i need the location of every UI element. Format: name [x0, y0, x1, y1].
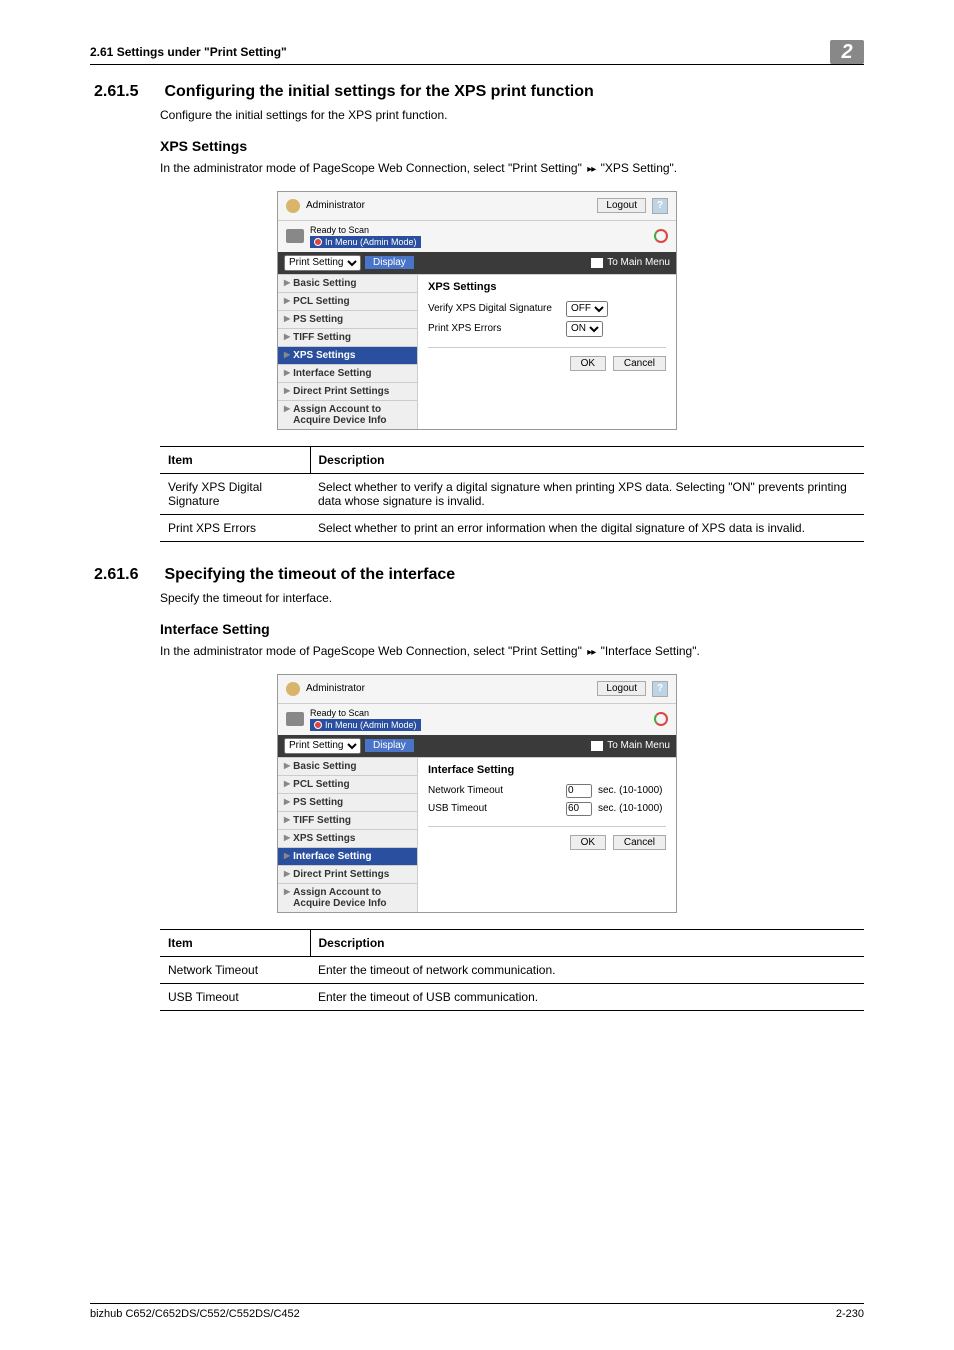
table-header-desc: Description — [310, 446, 864, 473]
admin-label: Administrator — [306, 683, 365, 694]
network-timeout-unit: sec. (10-1000) — [598, 785, 662, 796]
sidebar: ▶Basic Setting ▶PCL Setting ▶PS Setting … — [278, 275, 418, 429]
table-cell: Select whether to verify a digital signa… — [310, 473, 864, 514]
help-button[interactable]: ? — [652, 681, 668, 697]
table-cell: Enter the timeout of network communicati… — [310, 956, 864, 983]
panel-title: XPS Settings — [428, 281, 666, 293]
printer-icon — [286, 229, 304, 243]
cancel-button[interactable]: Cancel — [613, 835, 666, 850]
admin-label: Administrator — [306, 200, 365, 211]
logout-button[interactable]: Logout — [597, 198, 646, 213]
sidebar: ▶Basic Setting ▶PCL Setting ▶PS Setting … — [278, 758, 418, 912]
usb-timeout-input[interactable] — [566, 802, 592, 816]
menu-box-icon — [591, 741, 603, 751]
network-timeout-label: Network Timeout — [428, 785, 560, 796]
interface-setting-table: Item Description Network Timeout Enter t… — [160, 929, 864, 1011]
display-button[interactable]: Display — [365, 739, 414, 752]
verify-sig-select[interactable]: OFF — [566, 301, 608, 317]
network-timeout-input[interactable] — [566, 784, 592, 798]
header-breadcrumb: 2.61 Settings under "Print Setting" — [90, 41, 287, 63]
table-cell: USB Timeout — [160, 983, 310, 1010]
logout-button[interactable]: Logout — [597, 681, 646, 696]
sidebar-item-tiff[interactable]: ▶TIFF Setting — [278, 811, 417, 829]
nav-arrows-icon — [585, 161, 597, 175]
display-button[interactable]: Display — [365, 256, 414, 269]
table-cell: Verify XPS Digital Signature — [160, 473, 310, 514]
status-menu-mode: In Menu (Admin Mode) — [310, 236, 421, 248]
table-cell: Network Timeout — [160, 956, 310, 983]
page-header: 2.61 Settings under "Print Setting" 2 — [90, 40, 864, 65]
table-cell: Enter the timeout of USB communication. — [310, 983, 864, 1010]
category-select[interactable]: Print Setting — [284, 738, 361, 754]
sidebar-item-interface[interactable]: ▶Interface Setting — [278, 364, 417, 382]
subsection-intro: In the administrator mode of PageScope W… — [160, 643, 864, 660]
footer-page: 2-230 — [836, 1308, 864, 1320]
status-dot-icon — [314, 721, 322, 729]
screenshot-xps-settings: Administrator Logout ? Ready to Scan In … — [277, 191, 677, 430]
chapter-badge: 2 — [830, 40, 864, 64]
sidebar-item-assign[interactable]: ▶Assign Account to Acquire Device Info — [278, 400, 417, 429]
section-title: Specifying the timeout of the interface — [164, 566, 455, 583]
sidebar-item-assign[interactable]: ▶Assign Account to Acquire Device Info — [278, 883, 417, 912]
subsection-title: Interface Setting — [160, 621, 864, 637]
ok-button[interactable]: OK — [570, 835, 606, 850]
subsection-intro: In the administrator mode of PageScope W… — [160, 160, 864, 177]
cancel-button[interactable]: Cancel — [613, 356, 666, 371]
sidebar-item-direct[interactable]: ▶Direct Print Settings — [278, 382, 417, 400]
sidebar-item-ps[interactable]: ▶PS Setting — [278, 310, 417, 328]
xps-settings-table: Item Description Verify XPS Digital Sign… — [160, 446, 864, 542]
person-icon — [286, 682, 300, 696]
usb-timeout-label: USB Timeout — [428, 803, 560, 814]
sidebar-item-xps[interactable]: ▶XPS Settings — [278, 829, 417, 847]
status-ready: Ready to Scan — [310, 225, 421, 235]
table-header-item: Item — [160, 446, 310, 473]
table-header-desc: Description — [310, 929, 864, 956]
section-number: 2.61.6 — [94, 566, 160, 584]
section-title: Configuring the initial settings for the… — [164, 83, 593, 100]
printer-icon — [286, 712, 304, 726]
section-heading-1: 2.61.5 Configuring the initial settings … — [94, 83, 864, 101]
refresh-icon[interactable] — [654, 712, 668, 726]
print-errors-label: Print XPS Errors — [428, 323, 560, 334]
category-select[interactable]: Print Setting — [284, 255, 361, 271]
sidebar-item-direct[interactable]: ▶Direct Print Settings — [278, 865, 417, 883]
help-button[interactable]: ? — [652, 198, 668, 214]
table-cell: Print XPS Errors — [160, 514, 310, 541]
sidebar-item-interface[interactable]: ▶Interface Setting — [278, 847, 417, 865]
footer-model: bizhub C652/C652DS/C552/C552DS/C452 — [90, 1308, 300, 1320]
status-ready: Ready to Scan — [310, 708, 421, 718]
section-intro: Configure the initial settings for the X… — [160, 107, 864, 124]
sidebar-item-ps[interactable]: ▶PS Setting — [278, 793, 417, 811]
table-cell: Select whether to print an error informa… — [310, 514, 864, 541]
status-menu-mode: In Menu (Admin Mode) — [310, 719, 421, 731]
status-dot-icon — [314, 238, 322, 246]
panel-title: Interface Setting — [428, 764, 666, 776]
subsection-title: XPS Settings — [160, 138, 864, 154]
screenshot-interface-setting: Administrator Logout ? Ready to Scan In … — [277, 674, 677, 913]
to-main-menu-link[interactable]: To Main Menu — [591, 257, 670, 268]
section-number: 2.61.5 — [94, 83, 160, 101]
to-main-menu-link[interactable]: To Main Menu — [591, 740, 670, 751]
section-heading-2: 2.61.6 Specifying the timeout of the int… — [94, 566, 864, 584]
sidebar-item-tiff[interactable]: ▶TIFF Setting — [278, 328, 417, 346]
sidebar-item-pcl[interactable]: ▶PCL Setting — [278, 775, 417, 793]
sidebar-item-xps[interactable]: ▶XPS Settings — [278, 346, 417, 364]
section-intro: Specify the timeout for interface. — [160, 590, 864, 607]
menu-box-icon — [591, 258, 603, 268]
table-header-item: Item — [160, 929, 310, 956]
refresh-icon[interactable] — [654, 229, 668, 243]
nav-arrows-icon — [585, 644, 597, 658]
sidebar-item-basic[interactable]: ▶Basic Setting — [278, 275, 417, 292]
verify-sig-label: Verify XPS Digital Signature — [428, 303, 560, 314]
ok-button[interactable]: OK — [570, 356, 606, 371]
usb-timeout-unit: sec. (10-1000) — [598, 803, 662, 814]
sidebar-item-pcl[interactable]: ▶PCL Setting — [278, 292, 417, 310]
print-errors-select[interactable]: ON — [566, 321, 603, 337]
sidebar-item-basic[interactable]: ▶Basic Setting — [278, 758, 417, 775]
person-icon — [286, 199, 300, 213]
page-footer: bizhub C652/C652DS/C552/C552DS/C452 2-23… — [90, 1303, 864, 1320]
